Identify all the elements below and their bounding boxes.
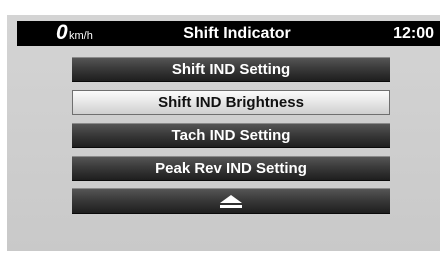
- menu-item-peak-rev-ind-setting[interactable]: Peak Rev IND Setting: [72, 156, 390, 181]
- eject-bar: [220, 205, 242, 208]
- menu-item-tach-ind-setting[interactable]: Tach IND Setting: [72, 123, 390, 148]
- speed-unit: km/h: [69, 30, 93, 42]
- clock: 12:00: [393, 25, 434, 42]
- page-title: Shift Indicator: [183, 25, 291, 42]
- display-screen: 0 km/h Shift Indicator 12:00 Shift IND S…: [7, 15, 440, 251]
- speed-value: 0: [56, 21, 68, 44]
- status-bar: 0 km/h Shift Indicator 12:00: [17, 21, 440, 46]
- eject-icon: [220, 195, 242, 208]
- menu-item-shift-ind-brightness[interactable]: Shift IND Brightness: [72, 90, 390, 115]
- eject-triangle: [220, 195, 242, 203]
- menu-item-shift-ind-setting[interactable]: Shift IND Setting: [72, 57, 390, 82]
- scroll-up-button[interactable]: [72, 188, 390, 214]
